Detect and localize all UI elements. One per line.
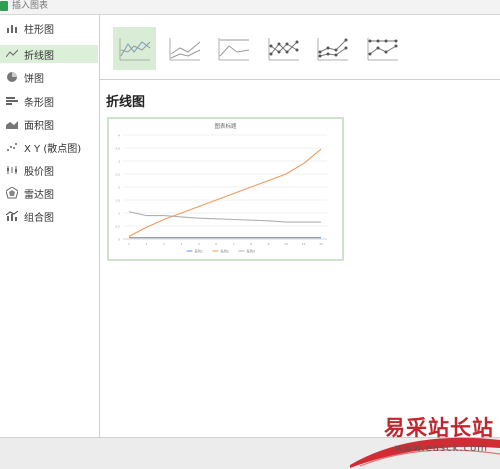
sidebar-item-label: 组合图 bbox=[24, 212, 54, 224]
sidebar-item-area[interactable]: 面积图 bbox=[0, 115, 98, 133]
x-tick-label: 7 bbox=[233, 242, 235, 246]
percent-stacked-line-markers-variant-icon bbox=[367, 37, 398, 60]
chart-variant-row bbox=[100, 15, 500, 80]
radar-chart-icon bbox=[5, 187, 19, 199]
scatter-chart-icon bbox=[5, 141, 19, 153]
line-markers-variant-icon bbox=[268, 37, 299, 60]
chart-title: 图表标题 bbox=[214, 122, 237, 130]
line-variant-icon bbox=[119, 37, 150, 60]
watermark-url: www.easck.com bbox=[394, 443, 488, 454]
area-chart-icon bbox=[5, 118, 19, 130]
legend-label: 系列1 bbox=[195, 249, 203, 254]
sidebar-item-label: 雷达图 bbox=[24, 189, 54, 201]
y-tick-label: 1 bbox=[118, 212, 120, 216]
x-tick-label: 9 bbox=[268, 242, 270, 246]
variant-line[interactable] bbox=[113, 27, 156, 70]
section-title: 折线图 bbox=[106, 95, 146, 110]
x-tick-label: 1 bbox=[128, 242, 130, 246]
pie-chart-icon bbox=[5, 71, 19, 83]
stock-chart-icon bbox=[5, 164, 19, 176]
sidebar-item-label: 股价图 bbox=[24, 166, 54, 178]
variant-100-stacked-line-markers[interactable] bbox=[361, 27, 404, 70]
sidebar-item-label: X Y (散点图) bbox=[24, 143, 82, 155]
sidebar-item-column[interactable]: 柱形图 bbox=[0, 19, 98, 37]
y-tick-label: 1.5 bbox=[115, 199, 120, 203]
variant-stacked-line[interactable] bbox=[163, 27, 206, 70]
series-line-2 bbox=[128, 148, 322, 237]
variant-stacked-line-markers[interactable] bbox=[311, 27, 354, 70]
x-tick-label: 6 bbox=[215, 242, 217, 246]
sidebar-item-label: 折线图 bbox=[24, 50, 54, 62]
watermark: 易采站长站 www.easck.com bbox=[350, 410, 500, 468]
y-tick-label: 2.5 bbox=[115, 173, 120, 177]
percent-stacked-line-variant-icon bbox=[218, 37, 249, 60]
x-tick-label: 2 bbox=[145, 242, 147, 246]
x-tick-label: 12 bbox=[319, 242, 323, 246]
sidebar-item-label: 饼图 bbox=[24, 73, 44, 85]
x-tick-label: 11 bbox=[302, 242, 306, 246]
window-titlebar: 插入图表 bbox=[0, 0, 500, 15]
x-tick-label: 3 bbox=[163, 242, 165, 246]
series-line-3 bbox=[128, 211, 321, 223]
variant-line-markers[interactable] bbox=[262, 27, 305, 70]
chart-type-sidebar: 柱形图 折线图 饼图 条形图 面积图 X Y (散点图) 股价图 雷达图 组合图 bbox=[0, 15, 100, 437]
x-tick-label: 4 bbox=[180, 242, 182, 246]
bar-chart-icon bbox=[5, 95, 19, 107]
y-tick-label: 0 bbox=[118, 238, 120, 242]
x-tick-label: 8 bbox=[250, 242, 252, 246]
sidebar-item-line[interactable]: 折线图 bbox=[0, 45, 98, 63]
sidebar-item-radar[interactable]: 雷达图 bbox=[0, 184, 98, 202]
y-tick-label: 4 bbox=[118, 134, 120, 138]
stacked-line-variant-icon bbox=[169, 37, 200, 60]
sidebar-item-bar[interactable]: 条形图 bbox=[0, 92, 98, 110]
sidebar-item-pie[interactable]: 饼图 bbox=[0, 68, 98, 86]
legend-label: 系列3 bbox=[247, 249, 255, 254]
chart-svg: 图表标题00.511.522.533.541 2 3 4 5 6 7 8 9 10 11 12系列1 系… bbox=[115, 122, 327, 254]
chart-preview-thumbnail[interactable]: 图表标题 0 0.5 1 1.5 2 2.5 3 3.5 4 1 2 3 4 5 6 7 8 9 10 11 12 系列1 系… bbox=[107, 117, 344, 261]
legend-label: 系列2 bbox=[221, 249, 229, 254]
watermark-text: 易采站长站 bbox=[384, 415, 494, 440]
sidebar-item-combo[interactable]: 组合图 bbox=[0, 207, 98, 225]
y-tick-label: 0.5 bbox=[115, 225, 120, 229]
sidebar-item-label: 条形图 bbox=[24, 97, 54, 109]
variant-100-stacked-line[interactable] bbox=[212, 27, 255, 70]
window-title: 插入图表 bbox=[12, 1, 49, 11]
sidebar-item-stock[interactable]: 股价图 bbox=[0, 161, 98, 179]
chart-main-panel: 折线图 图表标题 0 0.5 1 1.5 2 2.5 3 3.5 4 1 2 3 4 5 6 7 8 9 10 11 12… bbox=[100, 15, 500, 437]
stacked-line-markers-variant-icon bbox=[317, 37, 348, 60]
app-icon bbox=[0, 1, 8, 11]
line-chart-icon bbox=[5, 48, 19, 60]
sidebar-item-label: 柱形图 bbox=[24, 24, 54, 36]
sidebar-item-label: 面积图 bbox=[24, 120, 54, 132]
x-tick-label: 5 bbox=[198, 242, 200, 246]
y-tick-label: 3 bbox=[118, 160, 120, 164]
sidebar-item-scatter[interactable]: X Y (散点图) bbox=[0, 138, 98, 156]
combo-chart-icon bbox=[5, 210, 19, 222]
y-tick-label: 3.5 bbox=[115, 147, 120, 151]
x-tick-label: 10 bbox=[284, 242, 288, 246]
y-tick-label: 2 bbox=[118, 186, 120, 190]
column-chart-icon bbox=[5, 22, 19, 34]
